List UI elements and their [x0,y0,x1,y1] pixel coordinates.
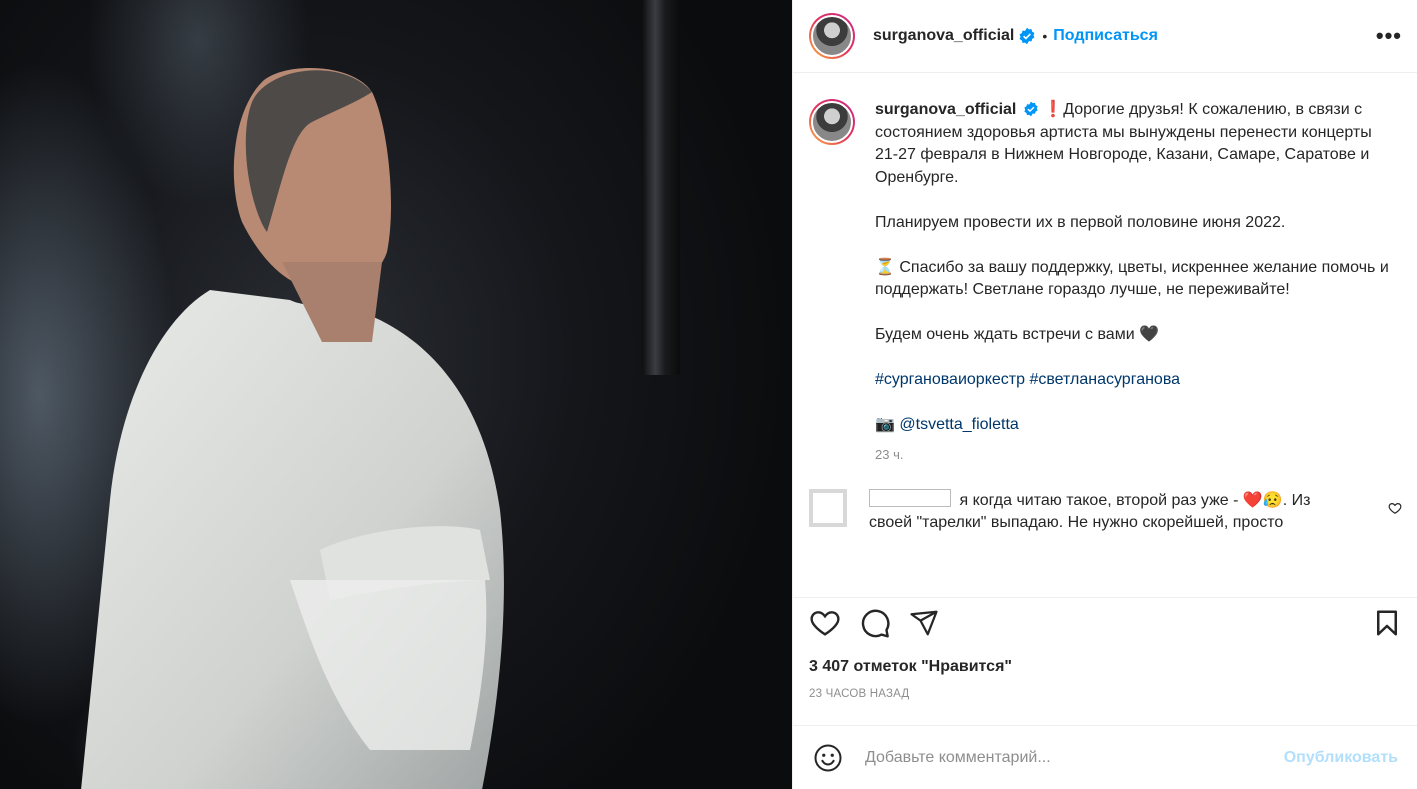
comment-input[interactable] [863,747,1284,768]
more-options-button[interactable]: ••• [1376,23,1402,49]
post-panel: surganova_official • Подписаться ••• sur… [792,0,1417,789]
share-icon[interactable] [909,608,939,638]
post-actions: 3 407 отметок "Нравится" 23 ЧАСОВ НАЗАД [793,597,1417,700]
action-icons [809,598,1402,644]
add-comment-bar: Опубликовать [793,725,1417,789]
photo-figure-head [233,68,392,342]
hashtag-link[interactable]: #светланасурганова [1029,371,1180,388]
camera-icon: 📷 [875,416,895,433]
post-timestamp[interactable]: 23 ЧАСОВ НАЗАД [809,688,1402,700]
mention-link[interactable]: @tsvetta_fioletta [899,416,1018,433]
caption-paragraph-4: Будем очень ждать встречи с вами 🖤 [875,326,1159,343]
author-avatar[interactable] [809,13,855,59]
caption-text: surganova_official ❗Дорогие друзья! К со… [875,99,1395,451]
commenter-avatar[interactable] [809,488,847,527]
caption-paragraph-2: Планируем провести их в первой половине … [875,213,1286,231]
comment-like-icon[interactable] [1388,501,1402,515]
caption: surganova_official ❗Дорогие друзья! К со… [809,99,1402,451]
photo-figure-robe [81,290,504,789]
author-username[interactable]: surganova_official [873,27,1014,45]
comment-item: я когда читаю такое, второй раз уже - ❤️… [809,488,1402,535]
caption-avatar[interactable] [809,99,855,145]
caption-username[interactable]: surganova_official [875,101,1016,118]
photo-pole [642,0,680,375]
likes-count[interactable]: 3 407 отметок "Нравится" [809,658,1402,676]
post-header: surganova_official • Подписаться ••• [793,0,1417,73]
verified-icon [1024,101,1038,117]
verified-icon [1019,27,1035,45]
follow-button[interactable]: Подписаться [1053,27,1158,45]
comment-text-wrap: я когда читаю такое, второй раз уже - ❤️… [869,488,1347,535]
heart-icon[interactable] [809,607,841,639]
caption-area: surganova_official ❗Дорогие друзья! К со… [793,73,1417,597]
bookmark-icon[interactable] [1372,608,1402,638]
hashtag-link[interactable]: #сургановаиоркестр [875,371,1025,388]
caption-paragraph-3: ⏳ Спасибо за вашу поддержку, цветы, искр… [875,258,1389,299]
commenter-username-redacted[interactable] [869,488,951,507]
post-photo[interactable] [0,0,792,789]
publish-button[interactable]: Опубликовать [1284,749,1398,767]
comment-icon[interactable] [859,607,891,639]
emoji-icon[interactable] [813,743,843,773]
header-dot: • [1042,28,1048,44]
